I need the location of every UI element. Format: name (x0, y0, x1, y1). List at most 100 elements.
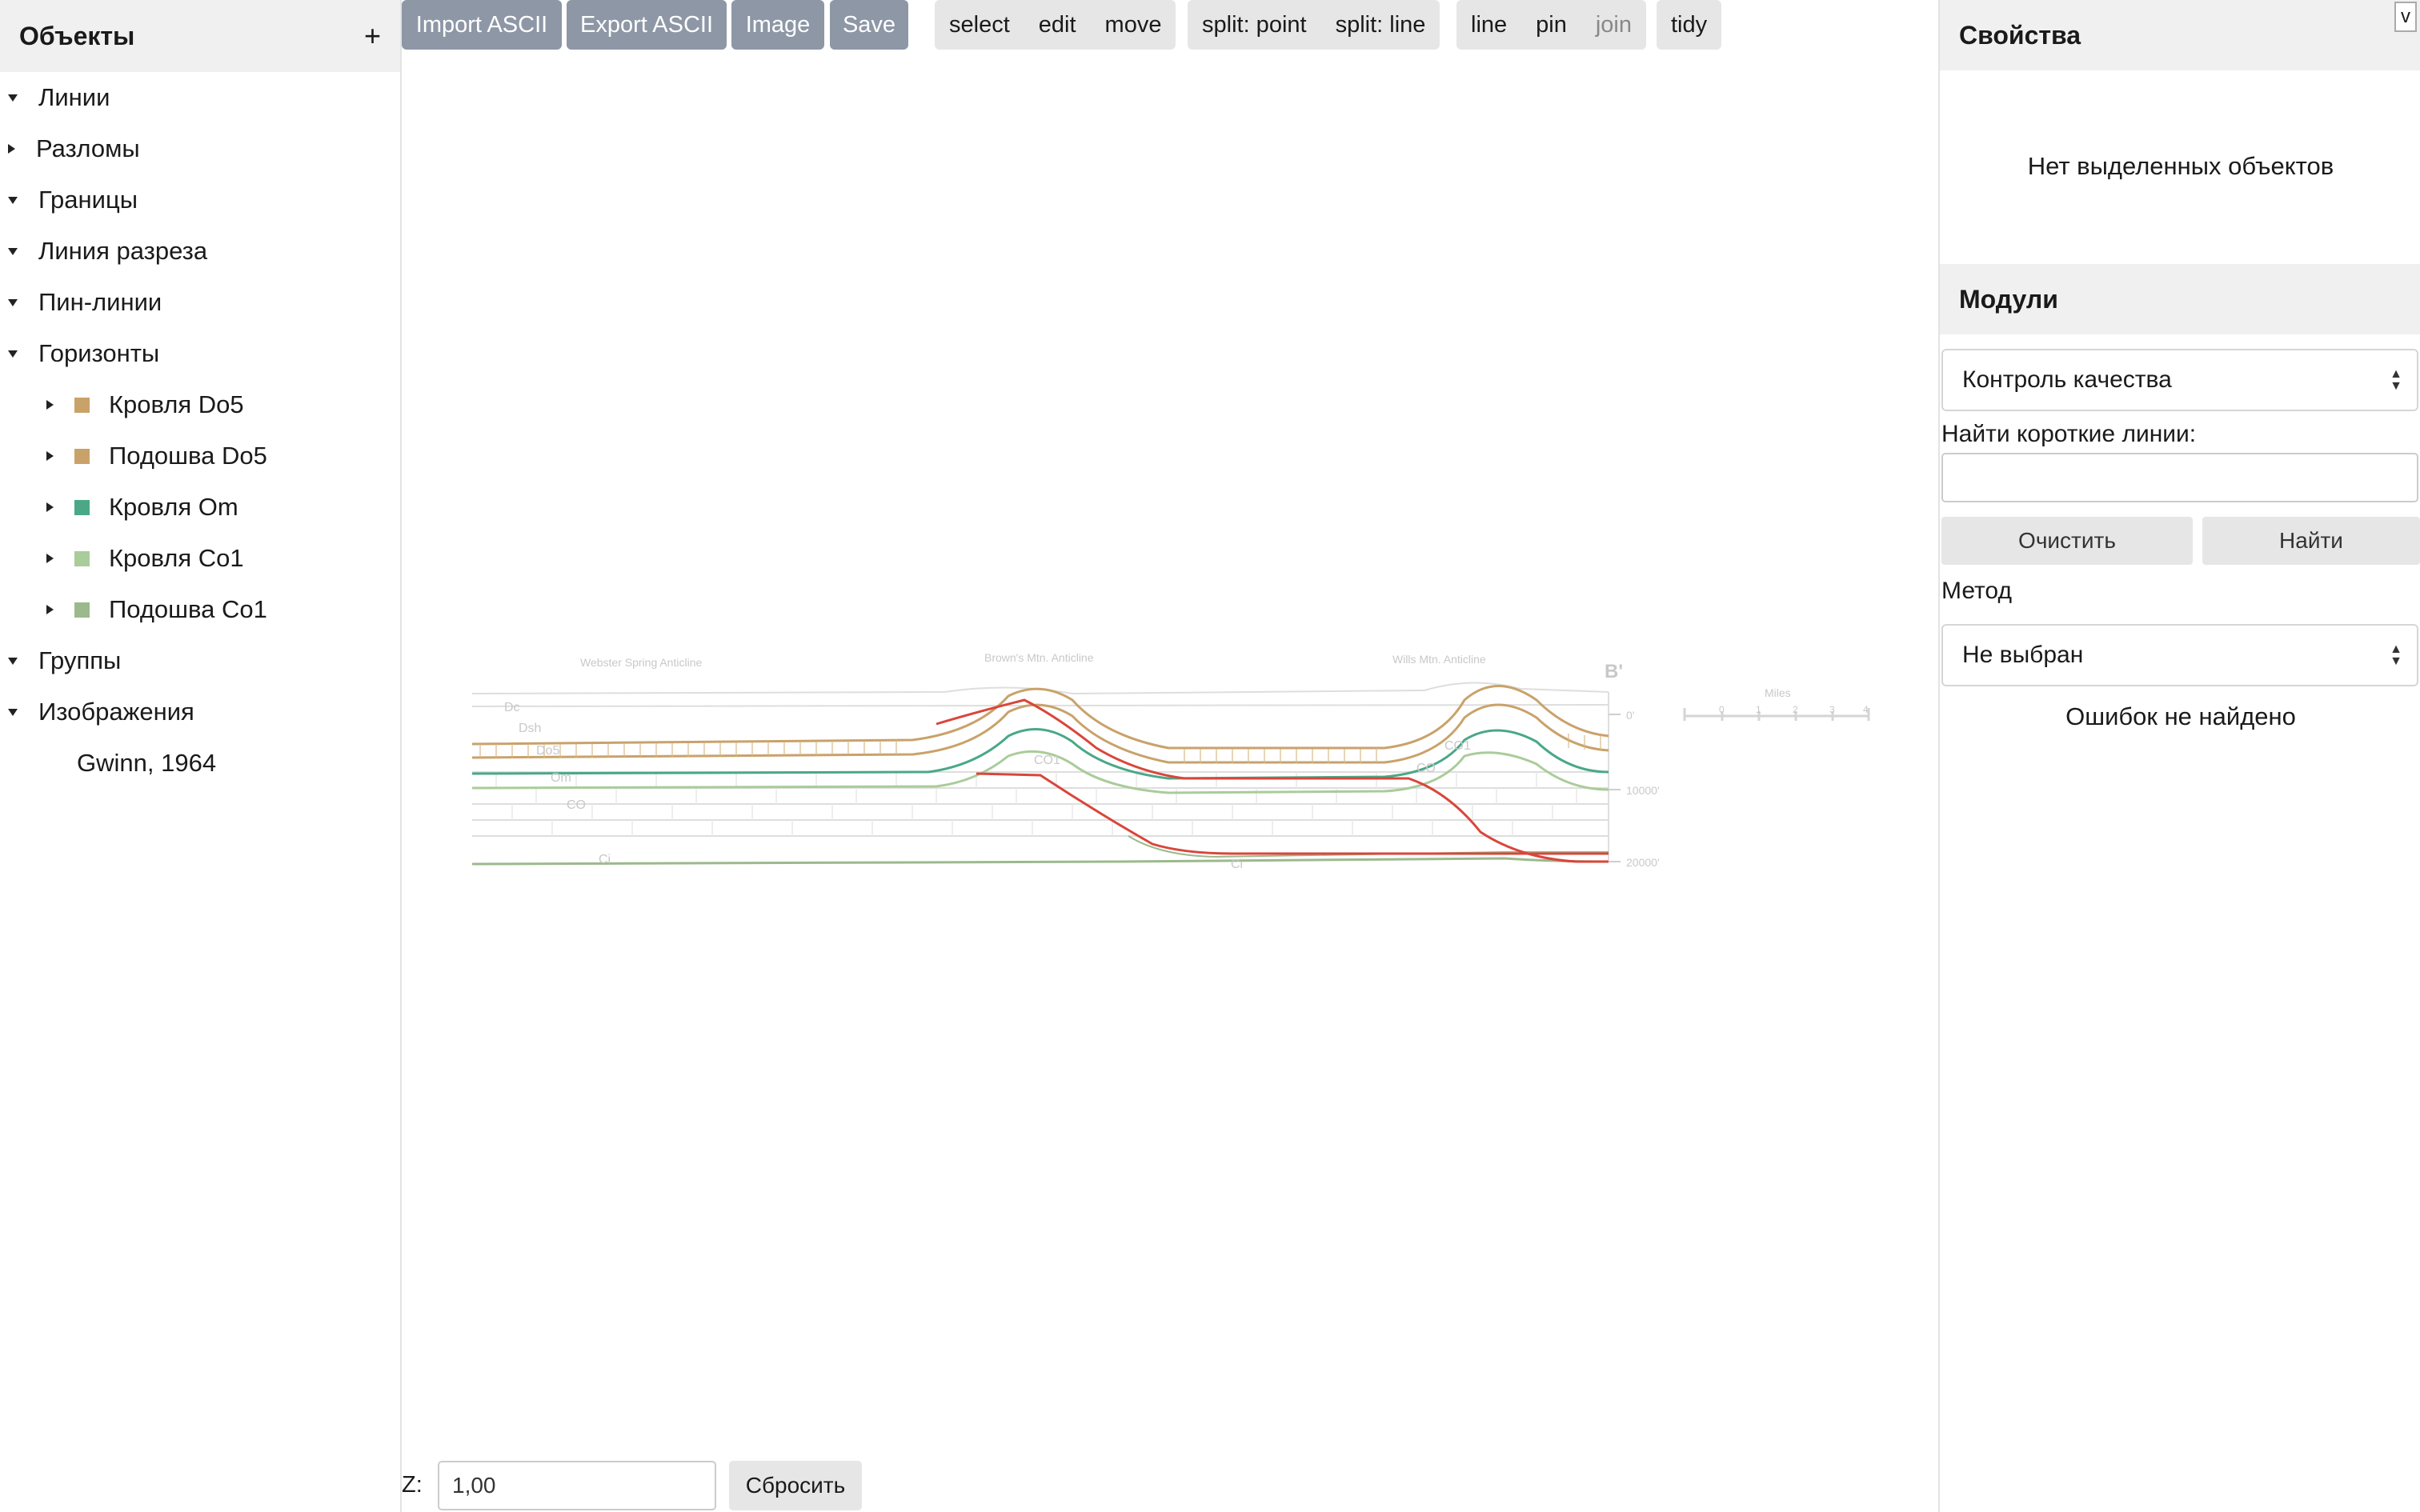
tree-item-label: Подошва Co1 (109, 595, 267, 623)
split-line-button[interactable]: split: line (1321, 0, 1440, 50)
collapse-arrow-icon[interactable] (46, 400, 54, 410)
zoom-reset-button[interactable]: Сбросить (729, 1461, 862, 1510)
expand-arrow-icon[interactable] (8, 298, 18, 306)
module-select[interactable]: Контроль качества ▲ ▼ (1941, 349, 2418, 411)
collapse-arrow-icon[interactable] (46, 502, 54, 512)
tree-item-label: Изображения (38, 698, 194, 726)
unit-label-co1-b: CO1 (1444, 739, 1471, 753)
expand-arrow-icon[interactable] (8, 708, 18, 716)
anticline-label-browns: Brown's Mtn. Anticline (984, 652, 1094, 664)
tree-item-label: Кровля Co1 (109, 544, 244, 572)
color-swatch-icon (74, 550, 90, 566)
collapse-arrow-icon[interactable] (8, 144, 15, 154)
miles-tick-3: 3 (1829, 704, 1835, 715)
select-mode-button[interactable]: select (935, 0, 1024, 50)
expand-arrow-icon[interactable] (8, 196, 18, 204)
objects-title: Объекты (19, 21, 135, 50)
expand-arrow-icon[interactable] (8, 247, 18, 255)
image-button[interactable]: Image (731, 0, 824, 50)
fault-line-lower (976, 772, 1609, 855)
miles-label: Miles (1765, 686, 1791, 699)
properties-panel: Свойства Нет выделенных объектов Модули … (1938, 0, 2420, 1512)
tidy-group: tidy (1657, 0, 1722, 50)
miles-tick-1: 1 (1756, 704, 1761, 715)
tree-item-horizon[interactable]: Кровля Om (46, 485, 238, 530)
no-selection-text: Нет выделенных объектов (2027, 152, 2334, 180)
export-ascii-button[interactable]: Export ASCII (567, 0, 727, 50)
expand-arrow-icon[interactable] (8, 94, 18, 102)
expand-arrow-icon[interactable] (8, 350, 18, 358)
collapse-arrow-icon[interactable] (46, 554, 54, 563)
color-swatch-icon (74, 602, 90, 618)
find-button[interactable]: Найти (2202, 517, 2420, 565)
section-end-label: B' (1605, 661, 1623, 682)
collapse-arrow-icon[interactable] (46, 605, 54, 614)
edit-mode-button[interactable]: edit (1024, 0, 1091, 50)
unit-label-co1: CO1 (1034, 754, 1060, 767)
unit-label-ci: Ci (599, 853, 611, 866)
tree-item-horizon[interactable]: Подошва Co1 (46, 587, 267, 632)
modules-header: Модули (1940, 264, 2420, 334)
tree-item-horizon[interactable]: Кровля Do5 (46, 382, 244, 427)
cross-section-image: Webster Spring Anticline Brown's Mtn. An… (471, 652, 1870, 871)
tree-item-lines[interactable]: Линии (8, 75, 110, 120)
expand-arrow-icon[interactable] (8, 657, 18, 665)
mode-group: select edit move (935, 0, 1176, 50)
clear-button[interactable]: Очистить (1941, 517, 2193, 565)
tree-item-pin-lines[interactable]: Пин-линии (8, 280, 162, 325)
anticline-label-webster: Webster Spring Anticline (580, 656, 702, 669)
tree-item-label: Горизонты (38, 339, 160, 367)
tree-item-label: Линии (38, 83, 110, 111)
tree-item-boundaries[interactable]: Границы (8, 178, 138, 222)
miles-tick-4: 4 (1863, 704, 1869, 715)
split-point-button[interactable]: split: point (1188, 0, 1321, 50)
move-mode-button[interactable]: move (1091, 0, 1176, 50)
add-object-icon[interactable]: + (364, 19, 381, 53)
tree-item-image[interactable]: Gwinn, 1964 (77, 741, 216, 786)
objects-panel: Объекты + Линии Разломы Границы Линия ра… (0, 0, 402, 1512)
properties-header: Свойства (1940, 0, 2420, 70)
find-short-lines-input[interactable] (1941, 453, 2418, 502)
depth-label-0: 0' (1626, 709, 1634, 722)
tree-item-label: Кровля Do5 (109, 390, 244, 418)
panel-toggle-button[interactable]: v (2394, 2, 2417, 32)
method-select[interactable]: Не выбран ▲ ▼ (1941, 624, 2418, 686)
tree-item-images[interactable]: Изображения (8, 690, 194, 734)
tree-item-groups[interactable]: Группы (8, 638, 121, 683)
unit-label-dsh: Dsh (519, 722, 541, 735)
collapse-arrow-icon[interactable] (46, 451, 54, 461)
method-select-value: Не выбран (1962, 642, 2084, 668)
horizon-base-co1 (471, 857, 1609, 866)
module-select-value: Контроль качества (1962, 366, 2172, 393)
tree-item-section-line[interactable]: Линия разреза (8, 229, 207, 274)
depth-label-20000: 20000' (1626, 856, 1660, 869)
tree-item-label: Кровля Om (109, 493, 238, 521)
line-button[interactable]: line (1456, 0, 1521, 50)
anticline-label-wills: Wills Mtn. Anticline (1392, 653, 1486, 666)
tree-item-label: Gwinn, 1964 (77, 749, 217, 777)
import-ascii-button[interactable]: Import ASCII (402, 0, 562, 50)
color-swatch-icon (74, 397, 90, 413)
split-group: split: point split: line (1188, 0, 1440, 50)
select-arrows-icon: ▲ ▼ (2390, 367, 2402, 393)
unit-label-dc: Dc (504, 701, 520, 714)
select-arrows-icon: ▲ ▼ (2390, 642, 2402, 668)
unit-label-co: CO (567, 798, 586, 812)
tree-item-horizon[interactable]: Кровля Co1 (46, 536, 244, 581)
unit-label-co-b: CO (1416, 762, 1436, 775)
save-button[interactable]: Save (830, 0, 908, 50)
fault-line-upper (936, 698, 1609, 863)
miles-scale-bar (1683, 708, 1870, 721)
objects-header: Объекты + (0, 0, 400, 72)
method-label: Метод (1941, 578, 2012, 604)
tidy-button[interactable]: tidy (1657, 0, 1721, 50)
tree-item-horizons[interactable]: Горизонты (8, 331, 159, 376)
unit-label-om: Om (551, 771, 571, 785)
zoom-input[interactable] (438, 1461, 716, 1510)
tree-item-faults[interactable]: Разломы (8, 126, 140, 171)
pin-button[interactable]: pin (1521, 0, 1581, 50)
depth-scale (1609, 714, 1621, 862)
join-button[interactable]: join (1581, 0, 1646, 50)
miles-tick-0: 0 (1719, 704, 1725, 715)
tree-item-horizon[interactable]: Подошва Do5 (46, 434, 267, 478)
